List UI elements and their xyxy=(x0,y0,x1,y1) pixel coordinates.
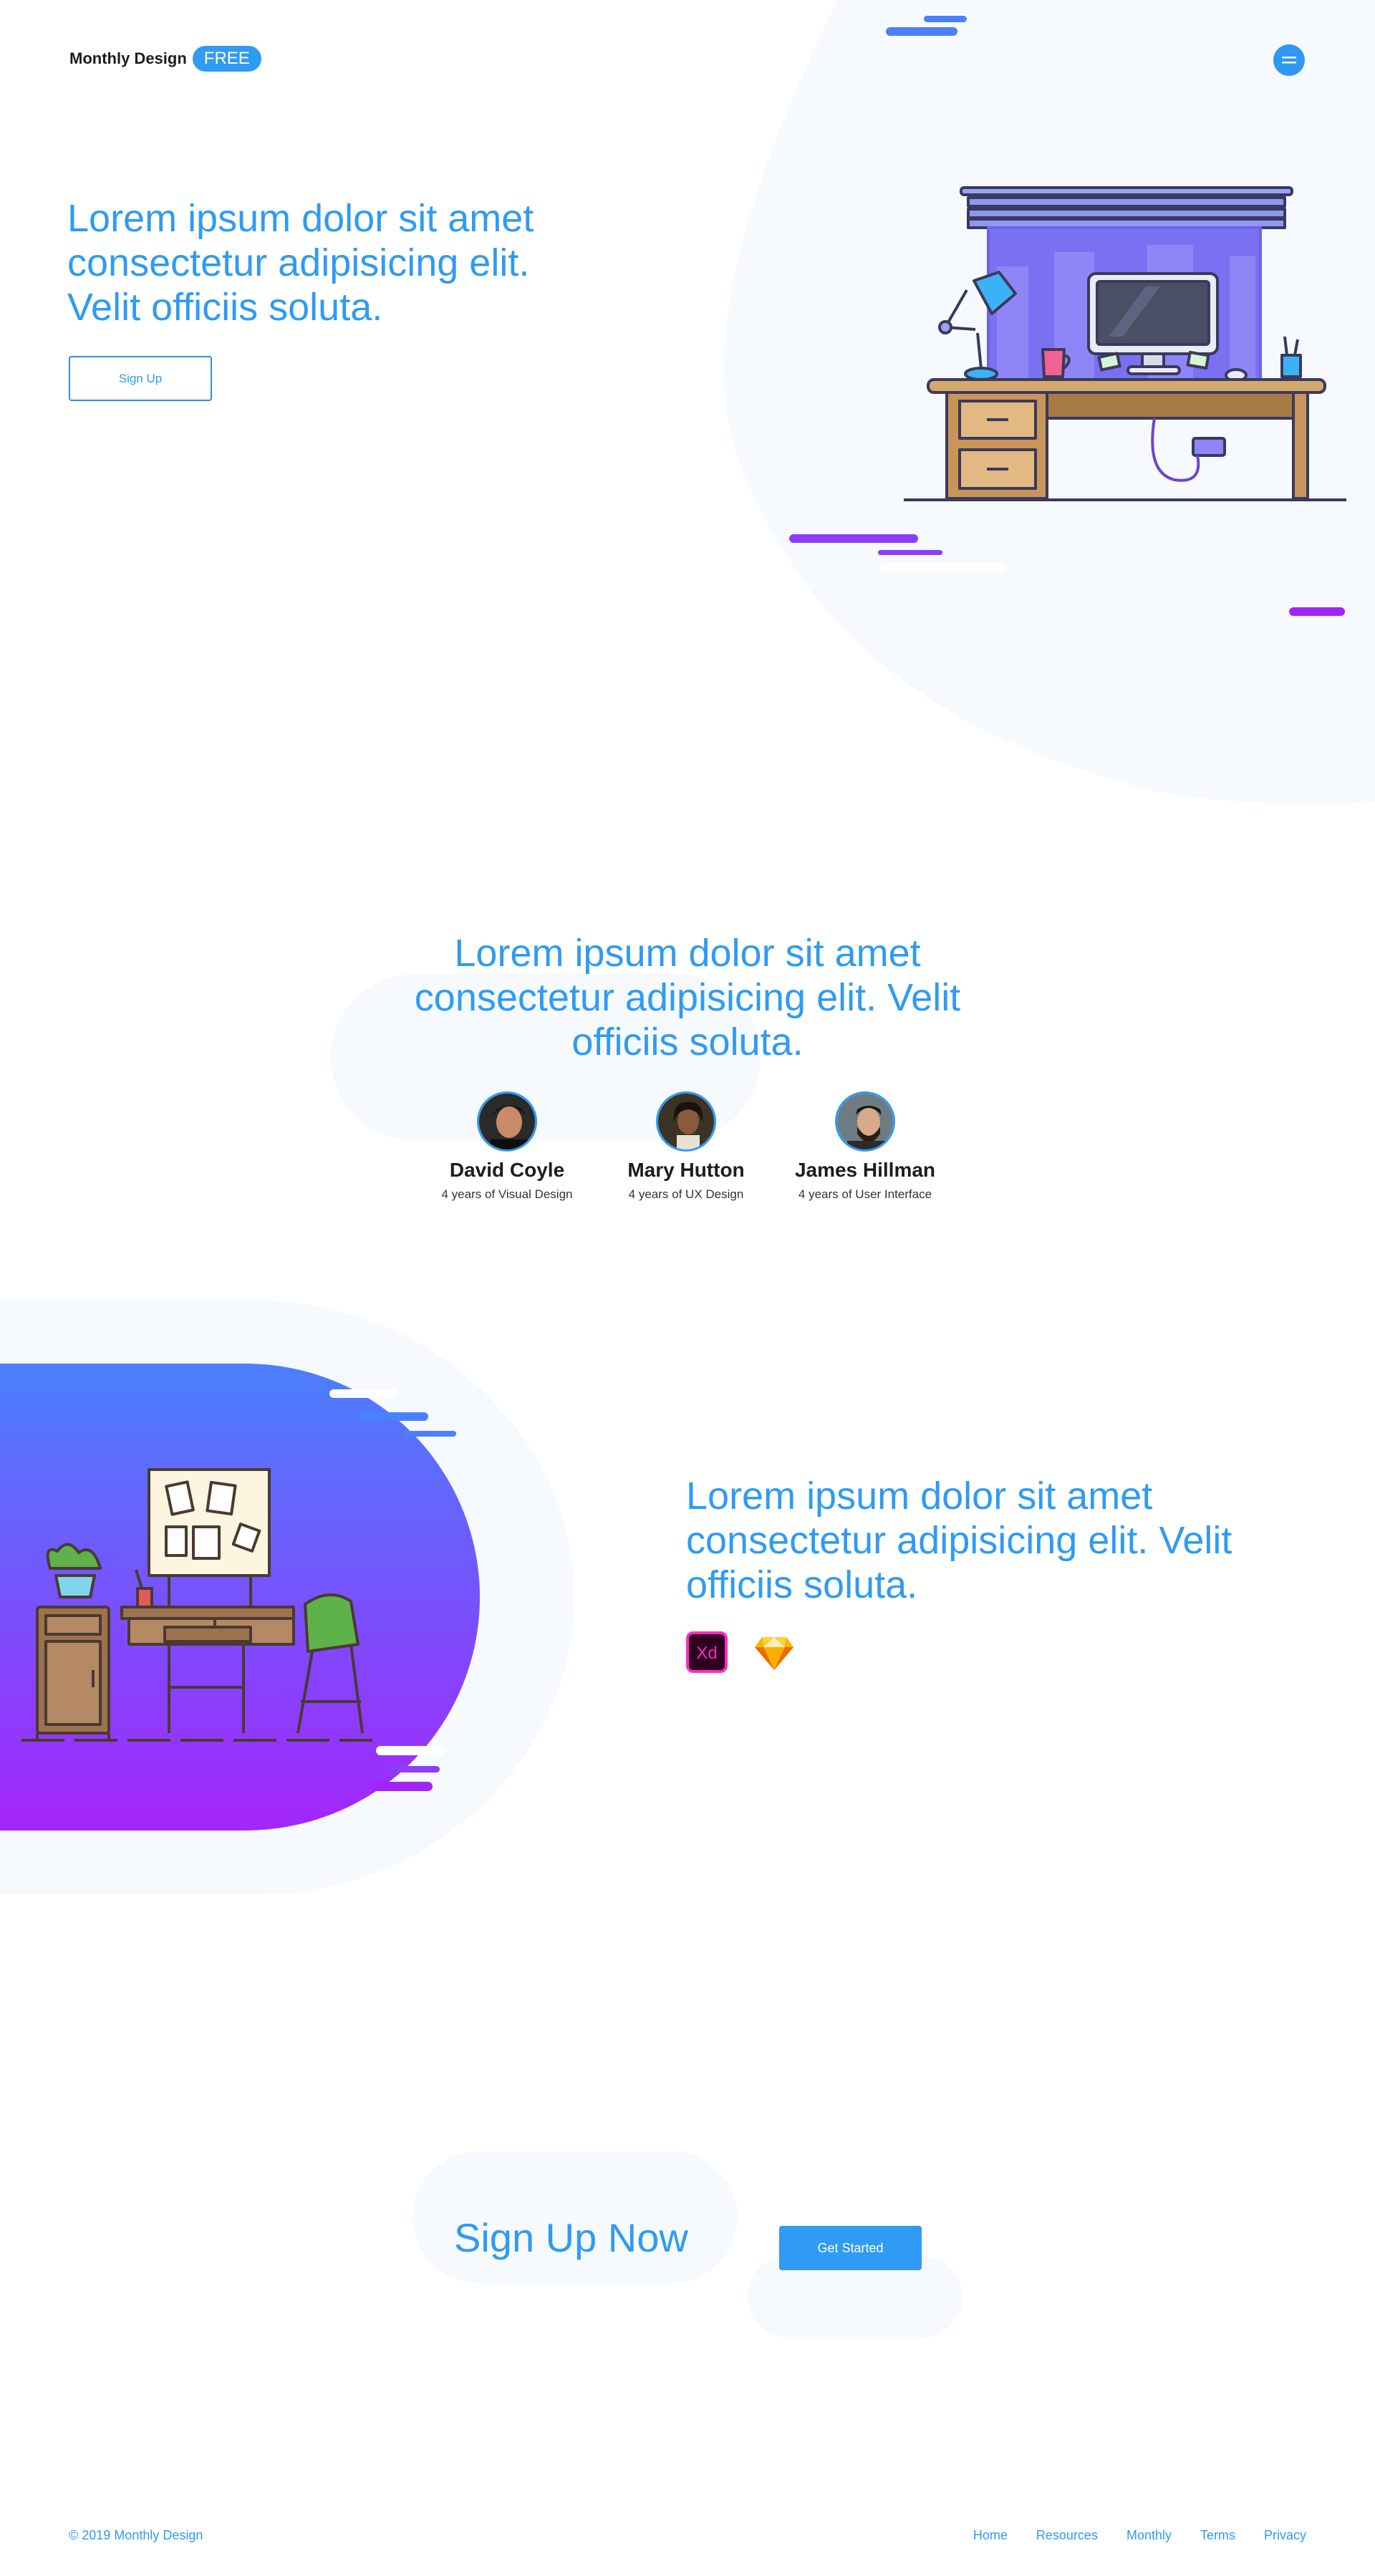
brand-logo[interactable]: Monthly Design FREE xyxy=(69,46,261,72)
features-title: Lorem ipsum dolor sit amet consectetur a… xyxy=(686,1475,1232,1606)
free-badge: FREE xyxy=(192,46,261,72)
footer-link-home[interactable]: Home xyxy=(973,2528,1008,2543)
hero-illustration xyxy=(724,0,1375,804)
team-member: David Coyle 4 years of Visual Design xyxy=(414,1091,600,1202)
footer-link-terms[interactable]: Terms xyxy=(1200,2528,1235,2543)
member-role: 4 years of User Interface xyxy=(798,1187,932,1201)
hamburger-icon xyxy=(1282,57,1296,64)
member-role: 4 years of UX Design xyxy=(628,1187,744,1201)
footer-copyright: © 2019 Monthly Design xyxy=(69,2528,203,2542)
tool-icons: Xd xyxy=(686,1631,795,1673)
sketch-icon xyxy=(755,1637,793,1670)
feature-illustration xyxy=(0,1301,574,1895)
team-title: Lorem ipsum dolor sit amet consectetur a… xyxy=(414,932,961,1063)
member-role: 4 years of Visual Design xyxy=(441,1187,573,1201)
adobe-xd-label: Xd xyxy=(696,1644,717,1663)
member-name: James Hillman xyxy=(794,1159,936,1181)
signup-button[interactable]: Sign Up xyxy=(69,356,212,401)
footer-nav: Home Resources Monthly Terms Privacy xyxy=(973,2528,1306,2543)
hero-title: Lorem ipsum dolor sit amet consectetur a… xyxy=(67,197,534,329)
avatar xyxy=(656,1091,716,1152)
menu-button[interactable] xyxy=(1273,44,1305,76)
footer-link-resources[interactable]: Resources xyxy=(1036,2528,1098,2543)
cta-title: Sign Up Now xyxy=(454,2215,688,2260)
footer-link-privacy[interactable]: Privacy xyxy=(1264,2528,1306,2543)
footer-link-monthly[interactable]: Monthly xyxy=(1126,2528,1172,2543)
avatar xyxy=(477,1091,537,1152)
team-member: James Hillman 4 years of User Interface xyxy=(772,1091,958,1202)
get-started-button[interactable]: Get Started xyxy=(779,2226,922,2270)
member-name: David Coyle xyxy=(449,1159,565,1181)
adobe-xd-icon: Xd xyxy=(686,1631,728,1673)
brand-name: Monthly Design xyxy=(69,49,187,67)
team-member: Mary Hutton 4 years of UX Design xyxy=(593,1091,779,1202)
member-name: Mary Hutton xyxy=(627,1159,745,1181)
avatar xyxy=(835,1091,895,1152)
